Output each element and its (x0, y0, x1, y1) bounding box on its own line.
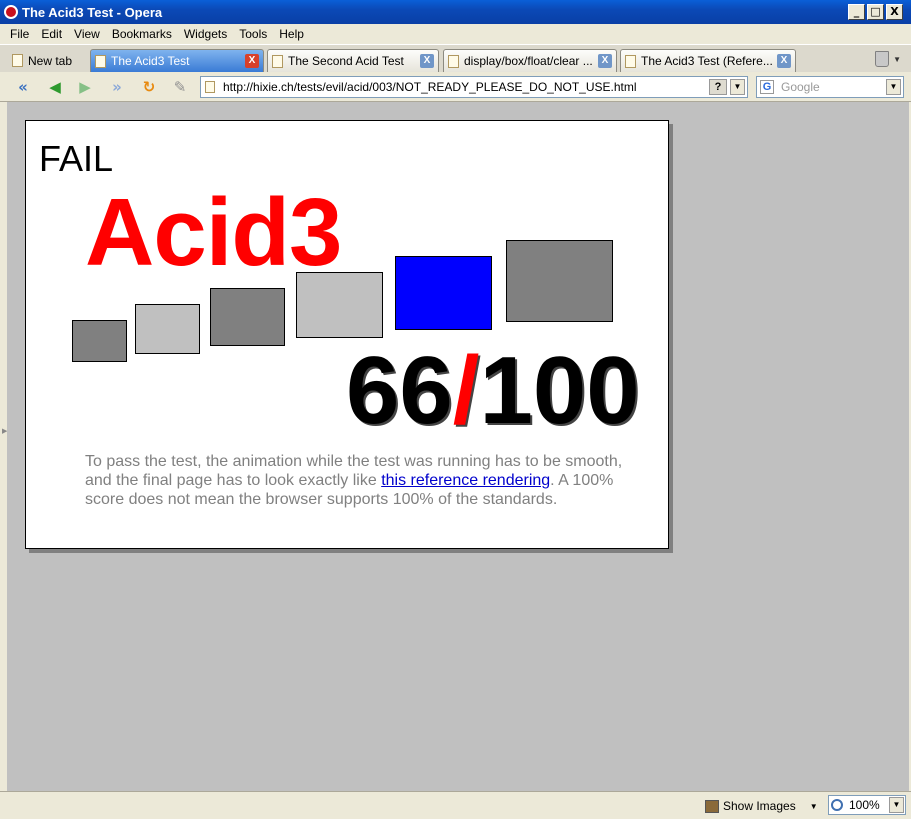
chevron-down-icon[interactable]: ▼ (893, 55, 901, 64)
show-images-button[interactable]: Show Images ▼ (705, 797, 818, 815)
menu-bar: File Edit View Bookmarks Widgets Tools H… (0, 24, 911, 44)
menu-file[interactable]: File (4, 27, 35, 41)
tab-close-icon[interactable]: X (245, 54, 259, 68)
acid3-panel: FAIL Acid3 66/100 To pass the test, the … (25, 120, 669, 549)
bucket-1 (72, 320, 127, 362)
reference-rendering-link[interactable]: this reference rendering (381, 472, 550, 489)
maximize-button[interactable]: □ (867, 4, 884, 20)
address-bar[interactable]: http://hixie.ch/tests/evil/acid/003/NOT_… (200, 76, 748, 98)
zoom-select[interactable]: 100% ▼ (828, 795, 906, 815)
menu-view[interactable]: View (68, 27, 106, 41)
chevron-down-icon[interactable]: ▼ (889, 797, 904, 813)
page-viewport: FAIL Acid3 66/100 To pass the test, the … (7, 102, 909, 791)
close-window-button[interactable]: X (886, 4, 903, 20)
new-tab-button[interactable]: New tab (8, 49, 88, 72)
image-icon (705, 799, 719, 813)
show-images-label: Show Images (723, 799, 796, 813)
bucket-5 (395, 256, 492, 330)
tab-display-box[interactable]: display/box/float/clear ... X (443, 49, 617, 72)
bucket-3 (210, 288, 285, 346)
page-icon (272, 54, 283, 68)
minimize-button[interactable]: _ (848, 4, 865, 20)
forward-icon[interactable]: ▶ (74, 77, 96, 97)
reload-icon[interactable]: ↻ (138, 77, 160, 97)
fast-forward-icon[interactable]: » (106, 77, 128, 97)
menu-widgets[interactable]: Widgets (178, 27, 233, 41)
menu-help[interactable]: Help (273, 27, 310, 41)
new-tab-label: New tab (28, 53, 73, 68)
edit-pen-icon[interactable]: ✎ (169, 77, 191, 97)
page-icon (205, 81, 215, 93)
menu-bookmarks[interactable]: Bookmarks (106, 27, 178, 41)
score-slash: / (452, 337, 480, 444)
menu-tools[interactable]: Tools (233, 27, 273, 41)
fail-label: FAIL (39, 138, 114, 179)
tab-acid3[interactable]: The Acid3 Test X (90, 49, 264, 72)
search-input[interactable] (781, 80, 881, 94)
tab-label: The Acid3 Test (Refere... (641, 54, 773, 68)
tab-acid3-reference[interactable]: The Acid3 Test (Refere... X (620, 49, 796, 72)
zoom-value: 100% (849, 798, 880, 812)
chevron-down-icon[interactable]: ▼ (730, 79, 745, 95)
chevron-down-icon[interactable]: ▼ (810, 802, 818, 811)
tab-label: display/box/float/clear ... (464, 54, 593, 68)
address-url: http://hixie.ch/tests/evil/acid/003/NOT_… (223, 80, 637, 94)
score: 66/100 (346, 343, 640, 439)
new-page-icon (12, 54, 23, 67)
back-icon[interactable]: ◀ (44, 77, 66, 97)
page-icon (448, 54, 459, 68)
google-icon: G (760, 80, 774, 94)
page-icon (95, 54, 106, 68)
score-total: 100 (479, 337, 640, 444)
bucket-6 (506, 240, 613, 322)
page-icon (625, 54, 636, 68)
status-bar: Show Images ▼ 100% ▼ (0, 791, 911, 819)
opera-logo-icon (4, 5, 18, 19)
navigation-toolbar: « ◀ ▶ » ↻ ✎ http://hixie.ch/tests/evil/a… (0, 72, 911, 102)
search-box[interactable]: G ▼ (756, 76, 904, 98)
tab-close-icon[interactable]: X (777, 54, 791, 68)
trash-icon[interactable] (875, 51, 889, 67)
tab-bar: New tab The Acid3 Test X The Second Acid… (0, 44, 911, 72)
chevron-down-icon[interactable]: ▼ (886, 79, 901, 95)
score-passed: 66 (346, 337, 453, 444)
acid3-title: Acid3 (85, 179, 342, 286)
window-controls: _ □ X (848, 4, 903, 20)
tab-close-icon[interactable]: X (420, 54, 434, 68)
bucket-4 (296, 272, 383, 338)
tab-close-icon[interactable]: X (598, 54, 612, 68)
title-bar: The Acid3 Test - Opera _ □ X (0, 0, 911, 24)
tab-second-acid[interactable]: The Second Acid Test X (267, 49, 439, 72)
magnifier-icon (831, 799, 843, 811)
tab-label: The Acid3 Test (111, 54, 190, 68)
window-title: The Acid3 Test - Opera (22, 4, 163, 20)
panel-toggle-handle[interactable]: ▶ (0, 102, 7, 791)
rewind-icon[interactable]: « (12, 77, 34, 97)
help-icon[interactable]: ? (709, 79, 727, 95)
tab-label: The Second Acid Test (288, 54, 404, 68)
bucket-2 (135, 304, 200, 354)
instructions-text: To pass the test, the animation while th… (85, 452, 645, 509)
menu-edit[interactable]: Edit (35, 27, 68, 41)
